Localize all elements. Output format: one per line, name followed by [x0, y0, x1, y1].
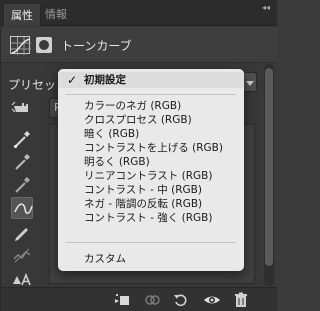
reset-icon: [174, 294, 187, 307]
gray-point-eyedropper-icon: [15, 154, 30, 170]
preset-option[interactable]: クロスプロセス (RGB): [58, 113, 244, 127]
checkmark-icon: ✓: [67, 73, 78, 87]
preset-option-label: 初期設定: [84, 74, 126, 86]
toggle-visibility-button[interactable]: [203, 291, 221, 309]
on-image-adjust-tool[interactable]: [11, 96, 33, 118]
edit-points-curve-tool[interactable]: [11, 197, 33, 219]
tab-info[interactable]: 情報: [38, 3, 74, 26]
preset-option[interactable]: コントラスト - 中 (RGB): [58, 183, 244, 197]
adjustment-title: トーンカーブ: [61, 39, 132, 53]
white-point-eyedropper-icon: [14, 131, 30, 148]
clip-to-layer-icon: [115, 294, 129, 305]
view-previous-icon: [145, 295, 160, 305]
preset-option[interactable]: リニアコントラスト (RGB): [58, 169, 244, 183]
preset-dropdown-menu: ✓ 初期設定 カラーのネガ (RGB) クロスプロセス (RGB) 暗く (RG…: [58, 69, 244, 271]
layer-mask-icon[interactable]: [36, 37, 52, 53]
black-point-eyedropper-icon: [15, 177, 30, 193]
visibility-eye-icon: [204, 296, 220, 304]
preset-option-custom[interactable]: カスタム: [58, 252, 244, 266]
menu-divider: [66, 242, 236, 243]
preset-option[interactable]: 明るく (RGB): [58, 155, 244, 169]
menu-divider: [66, 94, 236, 95]
panel-scrollbar[interactable]: [264, 64, 274, 286]
preset-option[interactable]: 暗く (RGB): [58, 127, 244, 141]
trash-icon: [235, 292, 247, 307]
preset-option[interactable]: カラーのネガ (RGB): [58, 99, 244, 113]
white-point-eyedropper-tool[interactable]: [11, 128, 33, 150]
preset-option[interactable]: ネガ - 階調の反転 (RGB): [58, 197, 244, 211]
collapse-panel-button[interactable]: ◂◂: [259, 3, 273, 13]
properties-panel: 属性 情報 ◂◂ トーンカーブ プリセット： ✓ 初期設定 カラーのネガ (RG…: [0, 0, 277, 311]
tab-properties[interactable]: 属性: [3, 3, 41, 26]
panel-tab-bar: 属性 情報 ◂◂: [1, 0, 277, 26]
curve-point-icon: [14, 203, 33, 214]
hand-adjust-icon: [11, 101, 28, 113]
reset-adjustment-button[interactable]: [172, 291, 190, 309]
black-point-eyedropper-tool[interactable]: [11, 174, 33, 196]
curves-adjustment-icon[interactable]: [10, 36, 31, 55]
pencil-draw-tool[interactable]: [11, 221, 33, 243]
clip-to-layer-button[interactable]: [113, 291, 131, 309]
adjustment-header: トーンカーブ: [1, 27, 277, 63]
pencil-icon: [15, 228, 28, 241]
view-previous-state-button[interactable]: [143, 291, 161, 309]
preset-option[interactable]: コントラストを上げる (RGB): [58, 141, 244, 155]
preset-option[interactable]: コントラスト - 強く (RGB): [58, 211, 244, 225]
gray-point-eyedropper-tool[interactable]: [11, 151, 33, 173]
scrollbar-thumb[interactable]: [265, 68, 273, 266]
smooth-curve-tool[interactable]: [11, 244, 33, 266]
preset-option-default[interactable]: ✓ 初期設定: [58, 72, 244, 88]
delete-adjustment-button[interactable]: [232, 291, 250, 309]
panel-bottom-toolbar: [1, 287, 277, 311]
smooth-icon: [13, 248, 31, 263]
